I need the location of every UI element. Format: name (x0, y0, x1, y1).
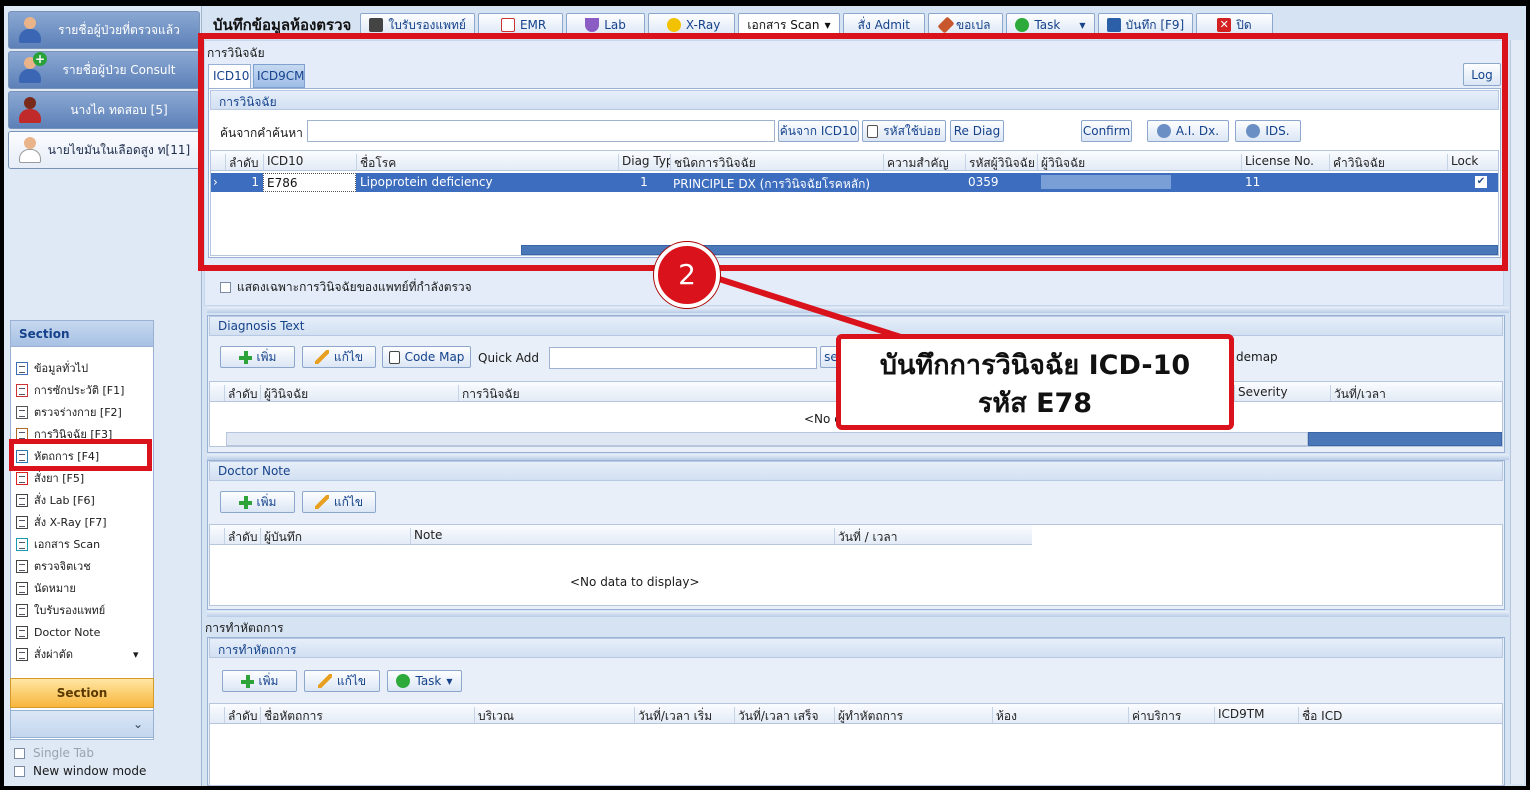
callout-line-1: บันทึกการวินิจฉัย ICD-10 (879, 350, 1191, 381)
annotation-callout: บันทึกการวินิจฉัย ICD-10 รหัส E78 (836, 334, 1234, 430)
callout-connector (715, 275, 905, 341)
step-number-badge: 2 (654, 242, 720, 308)
callout-line (715, 275, 905, 341)
callout-line-2: รหัส E78 (977, 388, 1093, 419)
